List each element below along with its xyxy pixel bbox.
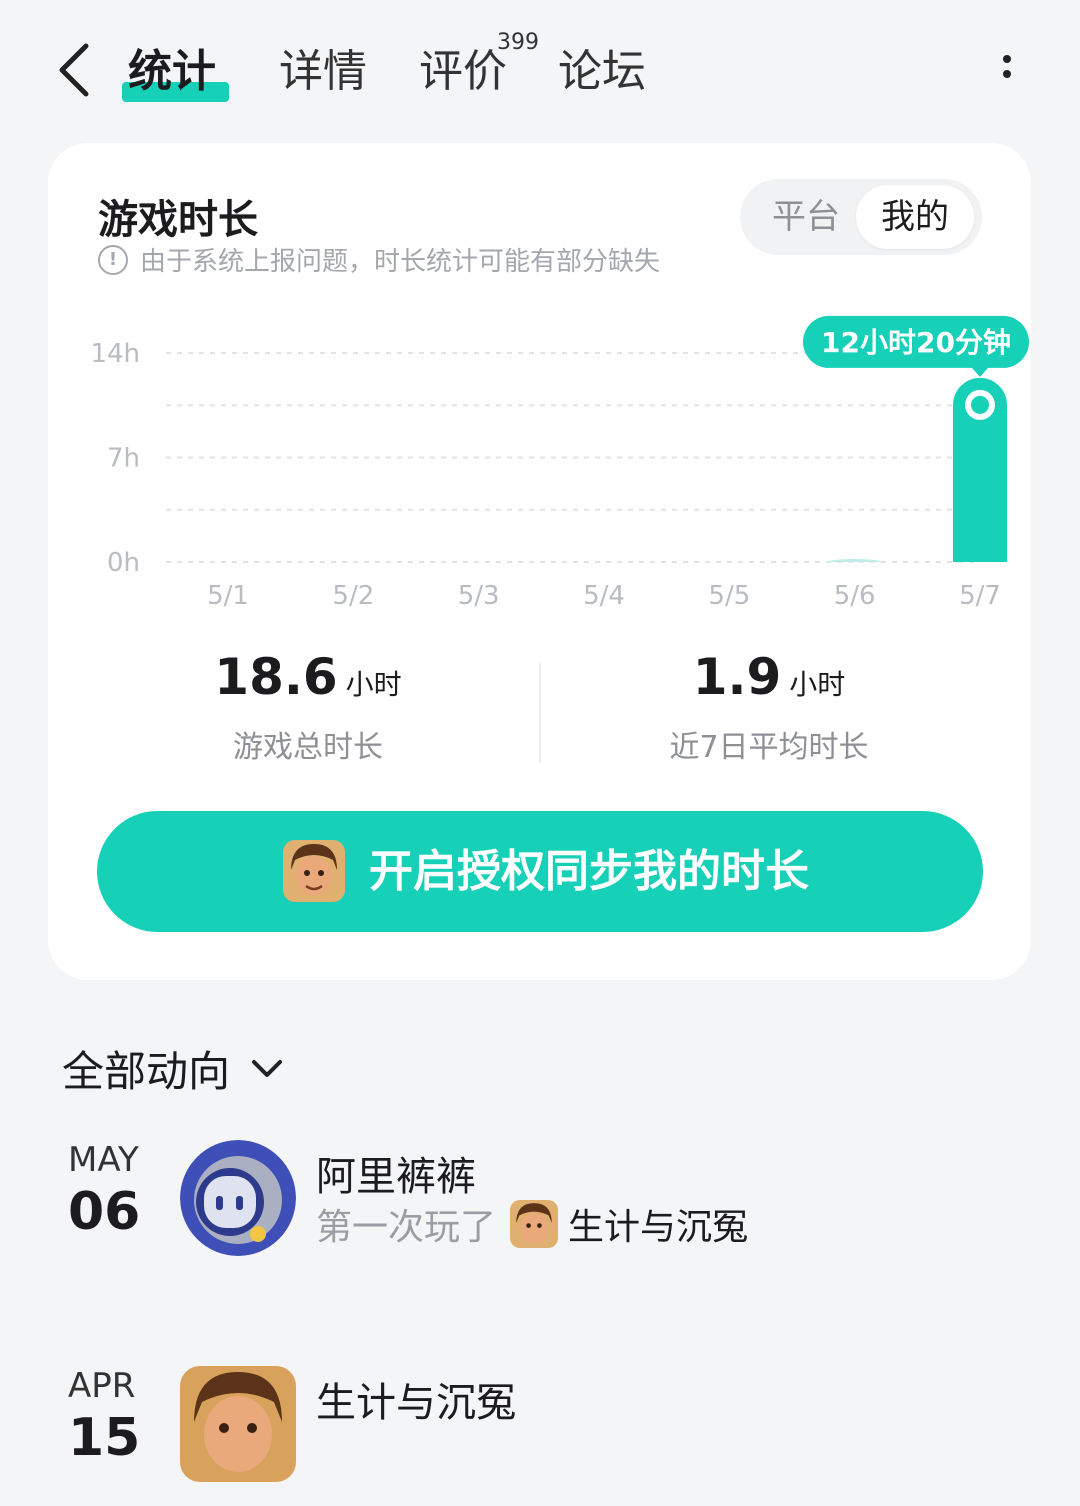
user-avatar[interactable] — [180, 1140, 296, 1256]
tooltip-pointer — [971, 366, 989, 377]
list-item[interactable]: MAY 06 阿里裤裤 第一次玩了 生计与沉冤 — [0, 1140, 1080, 1280]
total-time-stat: 18.6 小时 游戏总时长 — [108, 648, 508, 766]
game-icon — [510, 1200, 559, 1248]
total-time-label: 游戏总时长 — [233, 730, 383, 765]
x-tick-label: 5/4 — [583, 581, 625, 611]
x-tick-label: 5/3 — [458, 581, 500, 611]
avg-time-value: 1.9 — [692, 648, 782, 706]
avg-time-label: 近7日平均时长 — [669, 730, 869, 765]
more-options-icon[interactable] — [990, 48, 1024, 98]
game-avatar[interactable] — [180, 1366, 296, 1482]
x-tick-label: 5/5 — [708, 581, 750, 611]
feed-action-text: 第一次玩了 — [316, 1207, 497, 1248]
feed-day: 06 — [68, 1182, 141, 1242]
y-tick-label: 7h — [107, 444, 140, 474]
chevron-down-icon — [252, 1059, 283, 1077]
x-tick-label: 5/7 — [959, 581, 1001, 611]
stat-divider — [539, 663, 541, 763]
play-time-chart: 0h 7h 14h 5/1 5/2 5/3 5/4 5/5 5/6 5/7 12小时20分钟 — [90, 315, 1029, 611]
feed-game-name[interactable]: 生计与沉冤 — [568, 1198, 748, 1250]
back-arrow-icon[interactable] — [52, 40, 102, 100]
reviews-count-badge: 399 — [497, 30, 539, 55]
x-tick-label: 5/6 — [834, 581, 876, 611]
tab-forum[interactable]: 论坛 — [558, 44, 646, 100]
tooltip-text: 12小时20分钟 — [821, 326, 1011, 359]
avg-time-stat: 1.9 小时 近7日平均时长 — [569, 648, 969, 766]
chart-bar — [827, 559, 882, 562]
play-time-card: 游戏时长 ! 由于系统上报问题，时长统计可能有部分缺失 平台 我的 0h 7h 14… — [48, 143, 1031, 980]
feed-user-name[interactable]: 阿里裤裤 — [316, 1144, 476, 1202]
chart-bar — [953, 377, 1007, 562]
feed-month: APR — [68, 1366, 136, 1406]
game-avatar-icon — [283, 840, 345, 902]
total-time-unit: 小时 — [345, 668, 402, 701]
sync-time-label: 开启授权同步我的时长 — [369, 846, 809, 897]
feed-month: MAY — [68, 1140, 139, 1180]
y-tick-label: 0h — [107, 548, 140, 578]
feed-activity: 第一次玩了 生计与沉冤 — [316, 1198, 748, 1250]
tab-stats[interactable]: 统计 — [128, 44, 216, 100]
feed-filter-label: 全部动向 — [62, 1047, 231, 1096]
feed-day: 15 — [68, 1408, 141, 1468]
total-time-value: 18.6 — [214, 648, 338, 706]
sync-time-button[interactable]: 开启授权同步我的时长 — [97, 811, 983, 932]
y-tick-label: 14h — [90, 339, 140, 369]
avg-time-unit: 小时 — [789, 668, 846, 701]
tab-reviews[interactable]: 评价 — [419, 44, 507, 100]
x-tick-label: 5/2 — [332, 581, 374, 611]
x-tick-label: 5/1 — [207, 581, 249, 611]
list-item[interactable]: APR 15 生计与沉冤 — [0, 1366, 1080, 1506]
feed-filter-dropdown[interactable]: 全部动向 — [62, 1038, 284, 1099]
top-nav-bar: 统计 详情 评价 399 论坛 — [0, 0, 1080, 140]
tab-details[interactable]: 详情 — [279, 44, 367, 100]
feed-game-title[interactable]: 生计与沉冤 — [316, 1370, 516, 1428]
